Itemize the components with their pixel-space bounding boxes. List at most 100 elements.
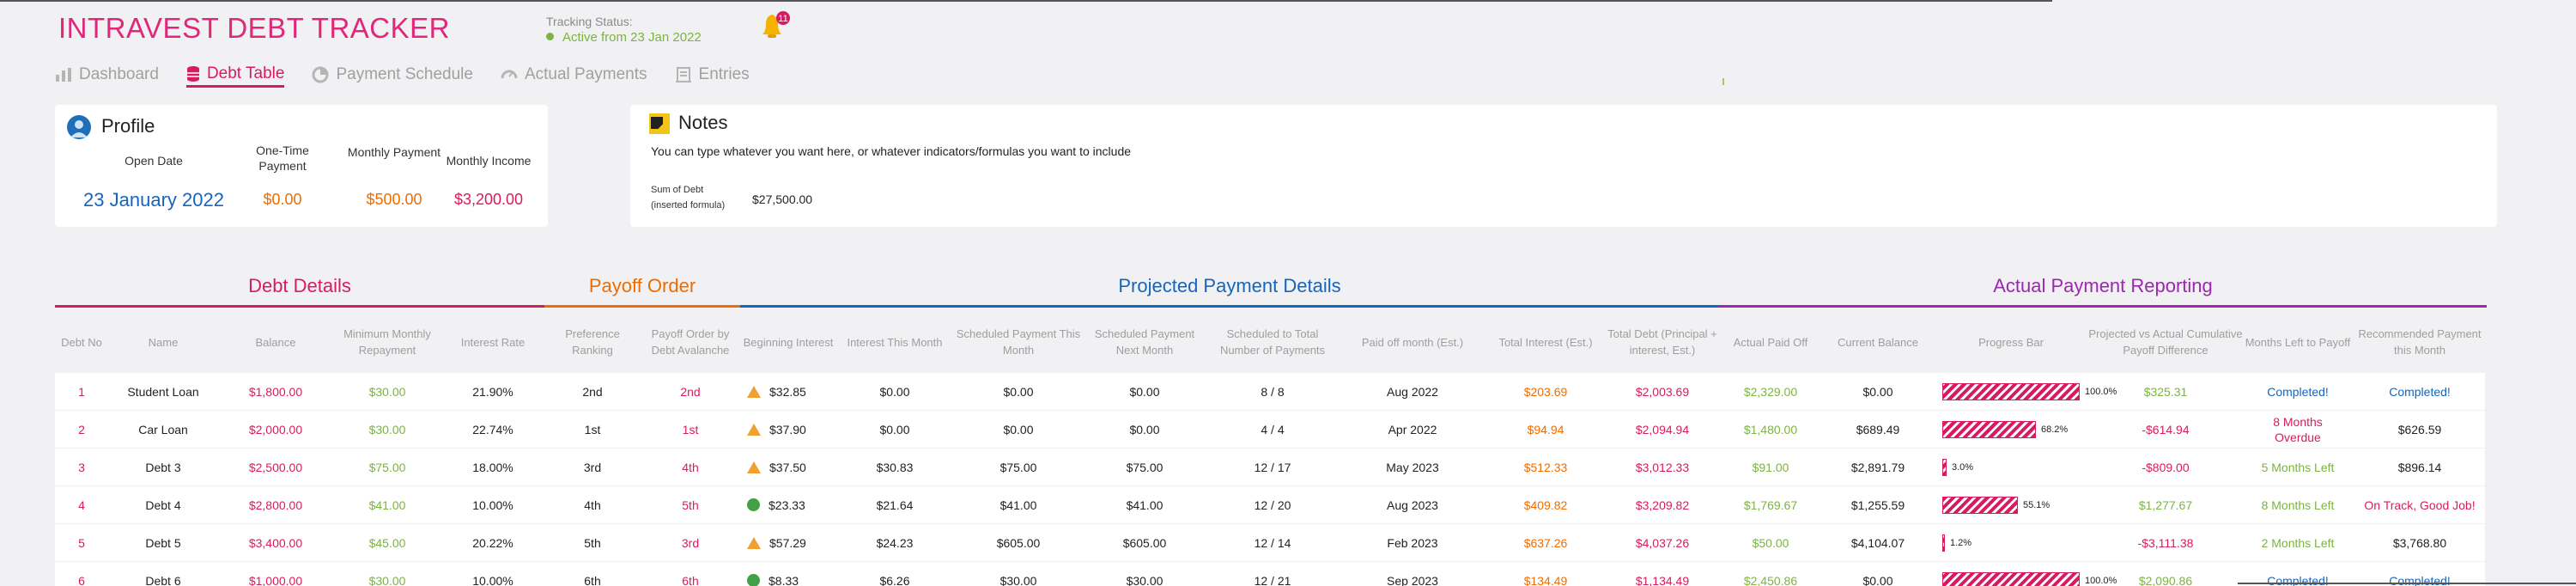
cell-pref: 2nd	[544, 373, 641, 410]
table-row[interactable]: 2 Car Loan $2,000.00 $30.00 22.74% 1st 1st $37.…	[55, 411, 2485, 448]
cell-text: $1,800.00	[248, 384, 303, 399]
cell-text: $896.14	[2397, 460, 2442, 474]
col-recommended[interactable]: Recommended Payment this Month	[2353, 325, 2487, 359]
status-circle-icon	[747, 498, 760, 511]
cell-text: $1,255.59	[1850, 497, 1905, 512]
col-name[interactable]: Name	[108, 325, 218, 359]
cell-months-left: Completed!	[2243, 373, 2353, 410]
col-actual-paid[interactable]: Actual Paid Off	[1719, 325, 1822, 359]
cell-min: $41.00	[333, 486, 441, 523]
tab-entries[interactable]: Entries	[675, 62, 750, 88]
cell-text: $21.64	[876, 497, 914, 512]
cell-rate: 21.90%	[441, 373, 544, 410]
col-sched-next[interactable]: Scheduled Payment Next Month	[1084, 325, 1206, 359]
cell-text: 12 / 21	[1254, 573, 1291, 586]
cell-text: Debt 3	[145, 460, 181, 474]
section-line-projected	[740, 305, 1719, 308]
cell-sched-total: 12 / 21	[1206, 562, 1340, 586]
tab-actual-payments[interactable]: Actual Payments	[501, 62, 647, 88]
cell-text: -$614.94	[2142, 422, 2190, 436]
cell-actual: $2,450.86	[1719, 562, 1822, 586]
progress-label: 68.2%	[2041, 424, 2069, 435]
table-row[interactable]: 1 Student Loan $1,800.00 $30.00 21.90% 2nd 2nd…	[55, 373, 2485, 410]
cell-text: $0.00	[1003, 384, 1034, 399]
cell-text: 2nd	[582, 384, 603, 399]
col-total-interest[interactable]: Total Interest (Est.)	[1485, 325, 1606, 359]
table-row[interactable]: 5 Debt 5 $3,400.00 $45.00 20.22% 5th 3rd $57.29…	[55, 524, 2485, 561]
cell-int-month: $30.83	[836, 449, 953, 485]
cell-text: $94.94	[1527, 422, 1564, 436]
status-dot-icon	[546, 33, 554, 40]
cell-sched-total: 12 / 20	[1206, 486, 1340, 523]
cell-recommended: $896.14	[2353, 449, 2487, 485]
cell-no: 6	[55, 562, 108, 586]
col-min-repayment[interactable]: Minimum Monthly Repayment	[333, 325, 441, 359]
cell-order: 4th	[641, 449, 740, 485]
notification-bell[interactable]: 11	[757, 10, 792, 41]
cell-text: 12 / 17	[1254, 460, 1291, 474]
col-sched-total[interactable]: Scheduled to Total Number of Payments	[1206, 325, 1340, 359]
progress-fill	[1942, 534, 1945, 552]
table-row[interactable]: 6 Debt 6 $1,000.00 $30.00 10.00% 6th 6th $8.33 $…	[55, 562, 2485, 586]
tab-dashboard[interactable]: Dashboard	[55, 62, 159, 88]
cell-sched-next: $41.00	[1084, 486, 1206, 523]
cell-total-int: $512.33	[1485, 449, 1606, 485]
col-diff[interactable]: Projected vs Actual Cumulative Payoff Di…	[2088, 325, 2243, 359]
cell-recommended: $3,768.80	[2353, 524, 2487, 561]
cell-diff: $1,277.67	[2088, 486, 2243, 523]
col-progress[interactable]: Progress Bar	[1934, 325, 2088, 359]
col-paid-off[interactable]: Paid off month (Est.)	[1340, 325, 1485, 359]
cell-text: $3,209.82	[1635, 497, 1690, 512]
col-months-left[interactable]: Months Left to Payoff	[2243, 325, 2353, 359]
col-balance[interactable]: Balance	[218, 325, 333, 359]
notes-text[interactable]: You can type whatever you want here, or …	[651, 144, 1131, 158]
cell-text: $3,012.33	[1635, 460, 1690, 474]
top-border	[0, 0, 2052, 2]
database-icon	[186, 65, 199, 82]
tab-debt-table[interactable]: Debt Table	[185, 62, 285, 88]
cell-name: Car Loan	[108, 411, 218, 448]
cell-sched-total: 8 / 8	[1206, 373, 1340, 410]
bottom-border	[2238, 583, 2576, 584]
cell-text: $409.82	[1523, 497, 1568, 512]
cell-diff: -$3,111.38	[2088, 524, 2243, 561]
progress-fill	[1942, 458, 1947, 476]
col-current-balance[interactable]: Current Balance	[1822, 325, 1934, 359]
cell-int-month: $0.00	[836, 411, 953, 448]
cell-total-debt: $2,094.94	[1606, 411, 1719, 448]
cell-text: 4	[78, 497, 85, 512]
col-debt-no[interactable]: Debt No	[55, 325, 108, 359]
cell-balance: $1,000.00	[218, 562, 333, 586]
col-interest-month[interactable]: Interest This Month	[836, 325, 953, 359]
cell-text: Apr 2022	[1388, 422, 1437, 436]
cell-text: $45.00	[368, 535, 406, 550]
table-row[interactable]: 4 Debt 4 $2,800.00 $41.00 10.00% 4th 5th $23.33…	[55, 486, 2485, 523]
progress-label: 1.2%	[1950, 537, 1972, 548]
cell-paid-off: Feb 2023	[1340, 524, 1485, 561]
col-payoff-order[interactable]: Payoff Order by Debt Avalanche	[641, 325, 740, 359]
cell-text: 5	[78, 535, 85, 550]
cell-text: $1,769.67	[1743, 497, 1798, 512]
gauge-icon	[501, 70, 518, 79]
col-beginning-interest[interactable]: Beginning Interest	[740, 325, 836, 359]
cell-recommended: $626.59	[2353, 411, 2487, 448]
cell-text: On Track, Good Job!	[2364, 497, 2476, 512]
cell-actual: $50.00	[1719, 524, 1822, 561]
tab-payment-schedule-label: Payment Schedule	[336, 65, 473, 83]
cell-name: Debt 4	[108, 486, 218, 523]
section-payoff-order: Payoff Order	[588, 275, 696, 296]
col-preference[interactable]: Preference Ranking	[544, 325, 641, 359]
cell-current: $0.00	[1822, 373, 1934, 410]
cell-balance: $3,400.00	[218, 524, 333, 561]
col-interest-rate[interactable]: Interest Rate	[441, 325, 544, 359]
table-row[interactable]: 3 Debt 3 $2,500.00 $75.00 18.00% 3rd 4th $37.50…	[55, 449, 2485, 485]
cell-beg: $32.85	[740, 373, 836, 410]
col-total-debt[interactable]: Total Debt (Principal + interest, Est.)	[1606, 325, 1719, 359]
cell-text: $637.26	[1523, 535, 1568, 550]
warning-triangle-icon	[747, 461, 761, 473]
tab-payment-schedule[interactable]: Payment Schedule	[312, 62, 473, 88]
cell-text: 4th	[584, 497, 601, 512]
col-sched-this[interactable]: Scheduled Payment This Month	[953, 325, 1084, 359]
cell-text: 2nd	[680, 384, 701, 399]
cell-balance: $2,500.00	[218, 449, 333, 485]
